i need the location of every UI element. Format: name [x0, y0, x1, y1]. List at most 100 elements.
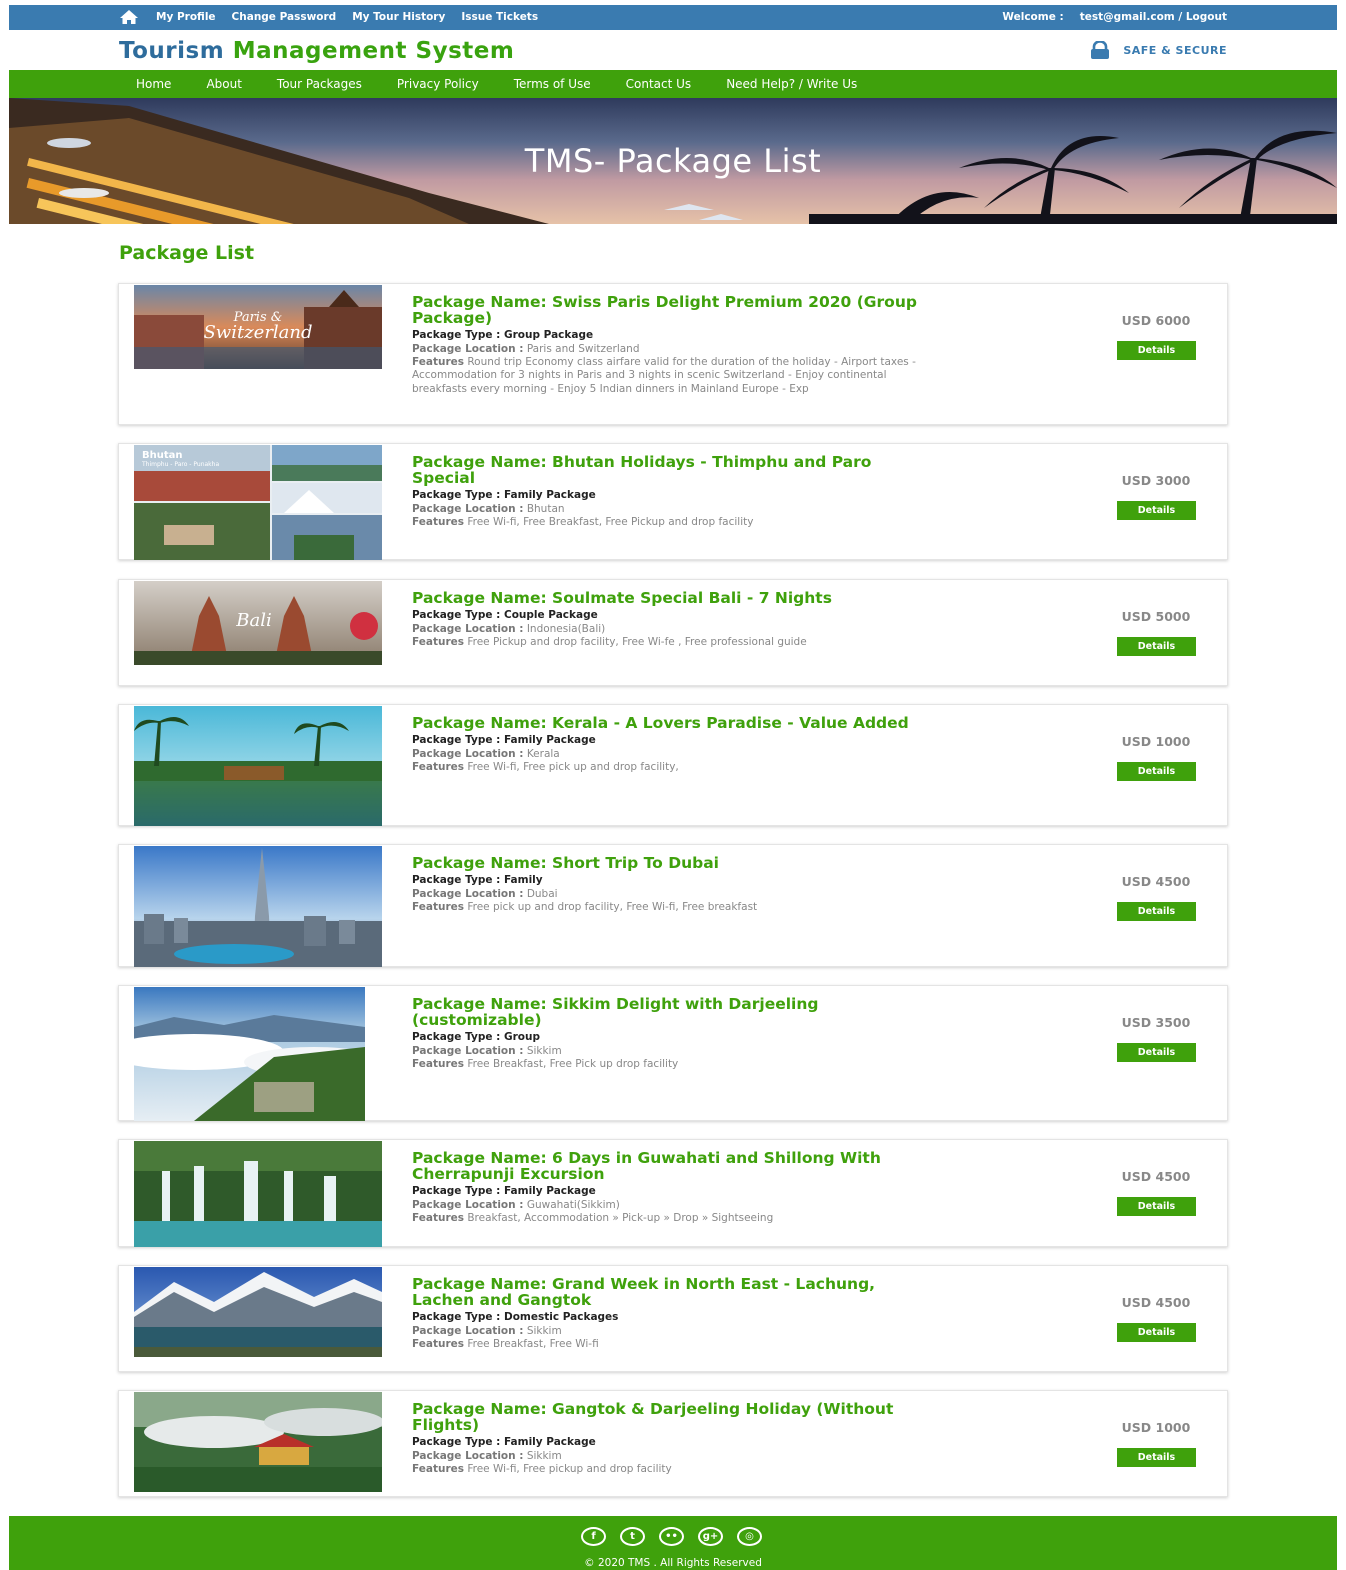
flickr-icon[interactable]: ••	[659, 1527, 684, 1546]
package-name: Package Name: Swiss Paris Delight Premiu…	[412, 293, 917, 327]
package-price: USD 3500	[1121, 1015, 1191, 1030]
welcome-label: Welcome :	[1002, 11, 1064, 23]
brand-header: Tourism Management System SAFE & SECURE	[9, 30, 1337, 70]
details-button[interactable]: Details	[1117, 1323, 1196, 1342]
package-type: Package Type : Family Package	[412, 1185, 596, 1197]
package-location: Package Location : Sikkim	[412, 1045, 562, 1057]
package-price: USD 1000	[1121, 1420, 1191, 1435]
package-info: Package Name: Grand Week in North East -…	[412, 1276, 932, 1351]
details-button[interactable]: Details	[1117, 1197, 1196, 1216]
nav-contact-us[interactable]: Contact Us	[626, 77, 692, 91]
package-name: Package Name: Grand Week in North East -…	[412, 1275, 876, 1309]
package-info: Package Name: Swiss Paris Delight Premiu…	[412, 294, 932, 396]
image-caption: Bhutan	[142, 450, 183, 461]
image-caption: Bali	[235, 610, 271, 631]
package-image[interactable]: Paris & Switzerland	[134, 285, 382, 369]
package-image[interactable]: Bhutan Thimphu - Paro - Punakha	[134, 445, 382, 560]
details-button[interactable]: Details	[1117, 501, 1196, 520]
details-button[interactable]: Details	[1117, 762, 1196, 781]
package-card: Package Name: Gangtok & Darjeeling Holid…	[118, 1390, 1228, 1497]
package-location: Package Location : Bhutan	[412, 503, 565, 515]
package-price: USD 4500	[1121, 1169, 1191, 1184]
home-icon[interactable]	[119, 9, 139, 25]
nav-privacy-policy[interactable]: Privacy Policy	[397, 77, 479, 91]
package-list-heading: Package List	[119, 242, 255, 264]
lock-icon	[1091, 41, 1110, 59]
safe-secure-label: SAFE & SECURE	[1123, 43, 1227, 57]
package-features: Features Free pick up and drop facility,…	[412, 901, 758, 914]
package-price: USD 3000	[1121, 473, 1191, 488]
nav-about[interactable]: About	[206, 77, 241, 91]
package-name: Package Name: Soulmate Special Bali - 7 …	[412, 589, 832, 607]
google-plus-icon[interactable]: g+	[698, 1527, 723, 1546]
package-price: USD 5000	[1121, 609, 1191, 624]
details-button[interactable]: Details	[1117, 902, 1196, 921]
package-name: Package Name: Kerala - A Lovers Paradise…	[412, 714, 909, 732]
page: My Profile Change Password My Tour Histo…	[9, 0, 1337, 1570]
package-card: Paris & Switzerland Package Name: Swiss …	[118, 283, 1228, 425]
dribbble-icon[interactable]: ◎	[737, 1527, 762, 1546]
package-location: Package Location : Indonesia(Bali)	[412, 623, 606, 635]
package-info: Package Name: 6 Days in Guwahati and Shi…	[412, 1150, 932, 1225]
logo-word-tourism: Tourism	[119, 38, 225, 64]
nav-write-us[interactable]: Need Help? / Write Us	[726, 77, 857, 91]
package-info: Package Name: Sikkim Delight with Darjee…	[412, 996, 932, 1071]
details-button[interactable]: Details	[1117, 637, 1196, 656]
welcome-area: Welcome : test@gmail.com / Logout	[1002, 11, 1227, 23]
package-type: Package Type : Couple Package	[412, 609, 598, 621]
copyright-text: © 2020 TMS . All Rights Reserved	[584, 1557, 762, 1569]
my-tour-history-link[interactable]: My Tour History	[352, 11, 445, 23]
details-button[interactable]: Details	[1117, 341, 1196, 360]
my-profile-link[interactable]: My Profile	[156, 11, 216, 23]
package-type: Package Type : Family Package	[412, 489, 596, 501]
top-utility-bar: My Profile Change Password My Tour Histo…	[9, 5, 1337, 30]
change-password-link[interactable]: Change Password	[232, 11, 337, 23]
main-nav: Home About Tour Packages Privacy Policy …	[9, 70, 1337, 98]
package-features: Features Free Wi-fi, Free pickup and dro…	[412, 1463, 672, 1476]
image-caption: Thimphu - Paro - Punakha	[141, 461, 219, 468]
page-banner: TMS- Package List	[9, 98, 1337, 224]
package-type: Package Type : Family	[412, 874, 543, 886]
package-info: Package Name: Gangtok & Darjeeling Holid…	[412, 1401, 932, 1476]
package-price: USD 4500	[1121, 1295, 1191, 1310]
package-name: Package Name: Short Trip To Dubai	[412, 854, 719, 872]
image-caption: Switzerland	[203, 322, 312, 343]
package-location: Package Location : Paris and Switzerland	[412, 343, 640, 355]
package-image[interactable]	[134, 1392, 382, 1492]
package-info: Package Name: Short Trip To Dubai Packag…	[412, 855, 932, 914]
details-button[interactable]: Details	[1117, 1043, 1196, 1062]
package-image[interactable]	[134, 846, 382, 967]
site-logo[interactable]: Tourism Management System	[119, 38, 514, 64]
package-image[interactable]	[134, 706, 382, 826]
nav-home[interactable]: Home	[136, 77, 171, 91]
package-features: Features Free Wi-fi, Free pick up and dr…	[412, 761, 679, 774]
package-type: Package Type : Family Package	[412, 1436, 596, 1448]
site-footer: f t •• g+ ◎ © 2020 TMS . All Rights Rese…	[9, 1516, 1337, 1570]
details-button[interactable]: Details	[1117, 1448, 1196, 1467]
safe-secure-badge: SAFE & SECURE	[1089, 41, 1227, 59]
package-card: Package Name: Short Trip To Dubai Packag…	[118, 844, 1228, 967]
package-location: Package Location : Sikkim	[412, 1450, 562, 1462]
package-price: USD 4500	[1121, 874, 1191, 889]
package-features: Features Free Pickup and drop facility, …	[412, 636, 807, 649]
package-card: Bhutan Thimphu - Paro - Punakha Package …	[118, 443, 1228, 560]
package-name: Package Name: Bhutan Holidays - Thimphu …	[412, 453, 872, 487]
package-image[interactable]	[134, 1267, 382, 1357]
package-image[interactable]: Bali	[134, 581, 382, 665]
package-image[interactable]	[134, 1141, 382, 1247]
nav-terms-of-use[interactable]: Terms of Use	[514, 77, 591, 91]
package-info: Package Name: Soulmate Special Bali - 7 …	[412, 590, 932, 649]
social-icons: f t •• g+ ◎	[581, 1527, 762, 1546]
nav-tour-packages[interactable]: Tour Packages	[277, 77, 362, 91]
issue-tickets-link[interactable]: Issue Tickets	[461, 11, 538, 23]
package-features: Features Breakfast, Accommodation » Pick…	[412, 1212, 774, 1225]
package-image[interactable]	[134, 987, 365, 1121]
twitter-icon[interactable]: t	[620, 1527, 645, 1546]
package-features: Features Round trip Economy class airfar…	[412, 356, 916, 395]
facebook-icon[interactable]: f	[581, 1527, 606, 1546]
account-logout-link[interactable]: test@gmail.com / Logout	[1080, 11, 1227, 23]
package-card: Package Name: Grand Week in North East -…	[118, 1265, 1228, 1372]
package-info: Package Name: Bhutan Holidays - Thimphu …	[412, 454, 932, 529]
package-card: Bali Package Name: Soulmate Special Bali…	[118, 579, 1228, 686]
package-price: USD 1000	[1121, 734, 1191, 749]
